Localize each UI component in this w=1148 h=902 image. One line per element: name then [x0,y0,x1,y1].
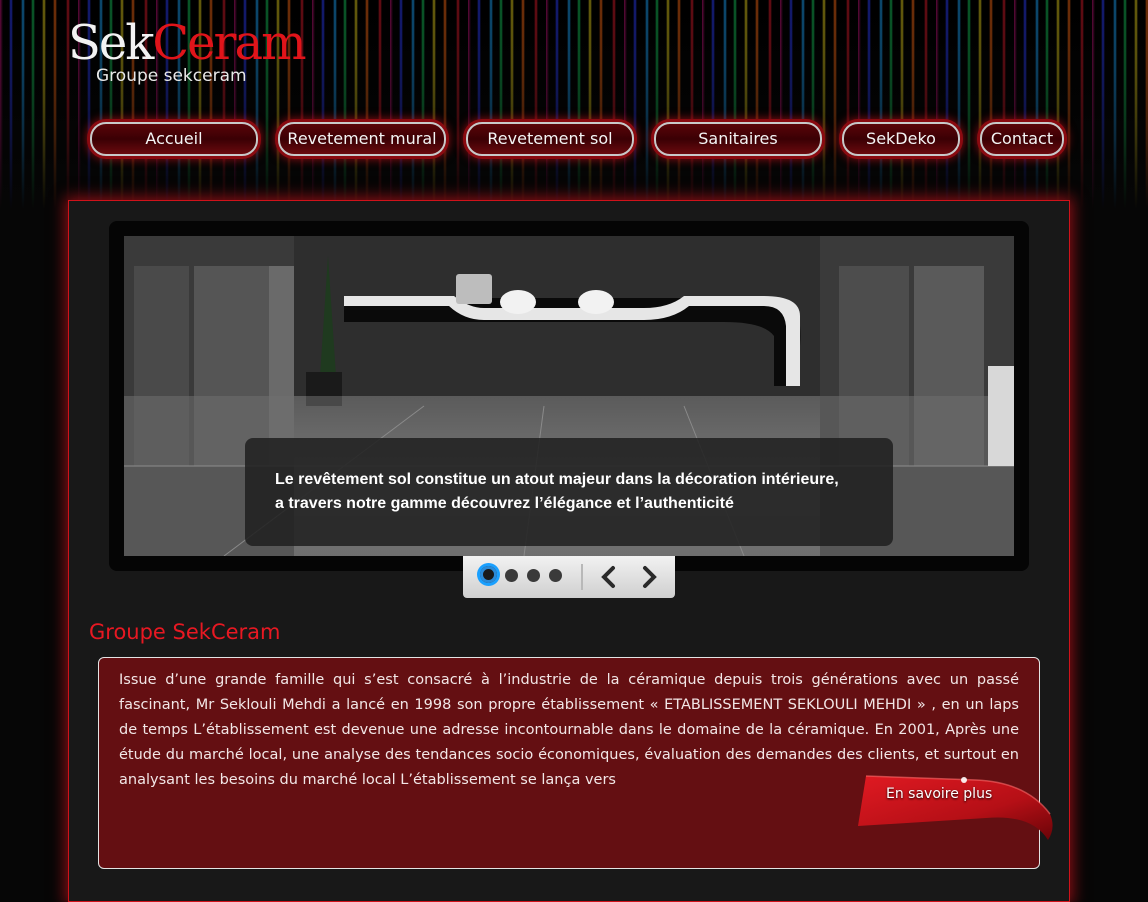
chevron-left-icon[interactable] [597,562,621,592]
logo-subtitle: Groupe sekceram [96,66,247,86]
slider-controls-divider [581,564,583,590]
logo[interactable]: SekCeram Groupe sekceram [68,14,307,94]
read-more-link[interactable]: En savoire plus [886,786,992,802]
nav-item-contact[interactable]: Contact [980,122,1064,156]
logo-part-sek: Sek [68,15,154,71]
logo-wordmark: SekCeram [68,14,307,72]
nav-item-accueil[interactable]: Accueil [90,122,258,156]
logo-part-ceram: Ceram [152,15,306,71]
nav-item-revetement-sol[interactable]: Revetement sol [466,122,634,156]
slide-caption: Le revêtement sol constitue un atout maj… [245,438,893,546]
slide-caption-text: Le revêtement sol constitue un atout maj… [275,468,875,516]
nav-item-revetement-mural[interactable]: Revetement mural [278,122,446,156]
nav-item-sanitaires[interactable]: Sanitaires [654,122,822,156]
slide-caption-line1: Le revêtement sol constitue un atout maj… [275,471,839,488]
nav-item-sekdeko[interactable]: SekDeko [842,122,960,156]
main-nav: Accueil Revetement mural Revetement sol … [0,120,1148,158]
chevron-right-icon[interactable] [637,562,661,592]
slider-controls [463,556,675,598]
slider-dot-3[interactable] [527,569,540,582]
slide-caption-line2: a travers notre gamme découvrez l’élégan… [275,495,734,512]
slider-dot-4[interactable] [549,569,562,582]
read-more-ribbon[interactable] [856,774,1058,844]
slider-dot-1[interactable] [480,566,497,583]
slider-dot-2[interactable] [505,569,518,582]
section-title: Groupe SekCeram [89,620,281,644]
